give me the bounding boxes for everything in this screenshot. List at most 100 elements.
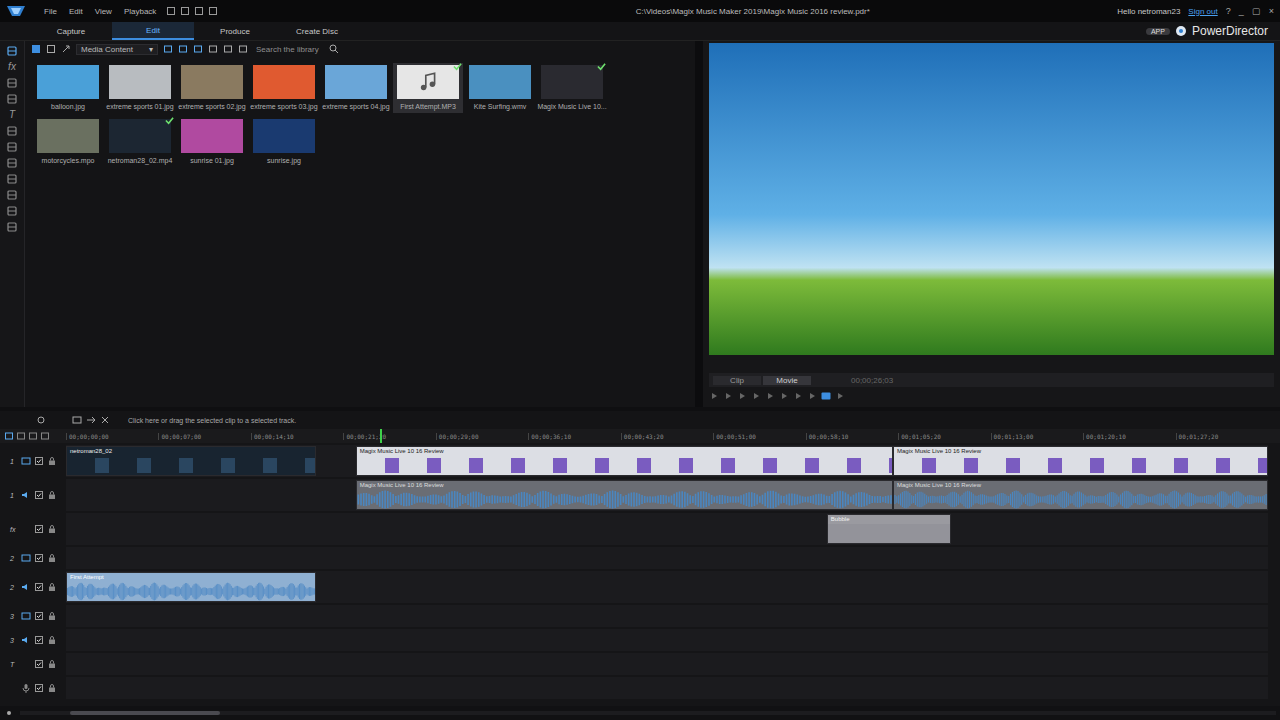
track-enable-checkbox[interactable]	[34, 456, 44, 466]
scroll-track[interactable]	[20, 711, 1276, 715]
audio-clip[interactable]: Magix Music Live 10 16 Review	[356, 480, 893, 510]
app-badge[interactable]: APP	[1146, 28, 1170, 35]
close-button[interactable]: ×	[1269, 6, 1274, 16]
video-clip[interactable]: Magix Music Live 10 16 Review	[356, 446, 893, 476]
playback-control-icon[interactable]	[765, 391, 775, 401]
view-option-icon[interactable]	[193, 44, 203, 54]
plugin-icon[interactable]	[61, 44, 71, 54]
search-icon[interactable]	[329, 44, 339, 54]
library-menu-icon[interactable]	[31, 44, 41, 54]
media-item[interactable]: extreme sports 03.jpg	[249, 63, 319, 113]
mode-tab[interactable]: Create Disc	[276, 22, 358, 40]
playback-control-icon[interactable]	[751, 391, 761, 401]
room-icon[interactable]	[6, 173, 18, 185]
track-lane[interactable]	[66, 547, 1268, 569]
track-lane[interactable]: Bubble	[66, 513, 1268, 545]
effect-clip[interactable]: Bubble	[827, 514, 951, 544]
track-option-icon[interactable]	[28, 431, 38, 441]
sign-out-link[interactable]: Sign out	[1188, 7, 1217, 16]
media-item[interactable]: extreme sports 04.jpg	[321, 63, 391, 113]
room-icon[interactable]	[6, 157, 18, 169]
effects-room-button[interactable]: fx	[8, 61, 16, 73]
minimize-button[interactable]: _	[1239, 6, 1244, 16]
menu-item[interactable]: Playback	[124, 7, 156, 16]
media-item[interactable]: Magix Music Live 10...	[537, 63, 607, 113]
media-item[interactable]: First Attempt.MP3	[393, 63, 463, 113]
view-option-icon[interactable]	[178, 44, 188, 54]
track-enable-checkbox[interactable]	[34, 490, 44, 500]
toolbar-icon[interactable]	[208, 6, 218, 16]
track-lane[interactable]	[66, 629, 1268, 651]
track-lane[interactable]	[66, 653, 1268, 675]
media-item[interactable]: balloon.jpg	[33, 63, 103, 113]
room-icon[interactable]	[6, 141, 18, 153]
toolbar-icon[interactable]	[166, 6, 176, 16]
media-item[interactable]: sunrise.jpg	[249, 117, 319, 167]
split-icon[interactable]	[100, 415, 110, 425]
view-option-icon[interactable]	[238, 44, 248, 54]
mode-tab[interactable]: Produce	[194, 22, 276, 40]
library-search[interactable]: Search the library	[253, 44, 342, 54]
panel-splitter[interactable]	[695, 41, 703, 407]
lock-icon[interactable]	[47, 635, 57, 645]
room-icon[interactable]	[6, 45, 18, 57]
lock-icon[interactable]	[47, 490, 57, 500]
mode-tab[interactable]: Edit	[112, 22, 194, 40]
track-lane[interactable]: First Attempt	[66, 571, 1268, 603]
track-enable-checkbox[interactable]	[34, 659, 44, 669]
menu-item[interactable]: Edit	[69, 7, 83, 16]
playback-control-icon[interactable]	[779, 391, 789, 401]
view-option-icon[interactable]	[223, 44, 233, 54]
lock-icon[interactable]	[47, 659, 57, 669]
timeline-hint[interactable]: Click here or drag the selected clip to …	[128, 417, 296, 424]
video-clip[interactable]: Magix Music Live 10 16 Review	[893, 446, 1268, 476]
track-option-icon[interactable]	[4, 431, 14, 441]
lock-icon[interactable]	[47, 683, 57, 693]
audio-clip[interactable]: First Attempt	[66, 572, 316, 602]
room-icon[interactable]	[6, 205, 18, 217]
timeline-settings-icon[interactable]	[36, 415, 46, 425]
room-icon[interactable]	[6, 77, 18, 89]
track-enable-checkbox[interactable]	[34, 553, 44, 563]
menu-item[interactable]: File	[44, 7, 57, 16]
room-icon[interactable]	[6, 93, 18, 105]
ripple-icon[interactable]	[86, 415, 96, 425]
track-enable-checkbox[interactable]	[34, 683, 44, 693]
playback-control-icon[interactable]	[723, 391, 733, 401]
playback-control-icon[interactable]	[737, 391, 747, 401]
toolbar-icon[interactable]	[194, 6, 204, 16]
room-icon[interactable]	[6, 221, 18, 233]
scroll-thumb[interactable]	[70, 711, 220, 715]
view-option-icon[interactable]	[208, 44, 218, 54]
help-button[interactable]: ?	[1226, 6, 1231, 16]
track-option-icon[interactable]	[16, 431, 26, 441]
media-item[interactable]: extreme sports 01.jpg	[105, 63, 175, 113]
track-enable-checkbox[interactable]	[34, 524, 44, 534]
lock-icon[interactable]	[47, 611, 57, 621]
track-lane[interactable]	[66, 677, 1268, 699]
playback-control-icon[interactable]	[709, 391, 719, 401]
storyboard-icon[interactable]	[72, 415, 82, 425]
zoom-out-icon[interactable]	[4, 708, 14, 718]
media-item[interactable]: Kite Surfing.wmv	[465, 63, 535, 113]
playback-control-icon[interactable]	[821, 391, 831, 401]
track-lane[interactable]	[66, 605, 1268, 627]
room-icon[interactable]	[6, 125, 18, 137]
track-enable-checkbox[interactable]	[34, 635, 44, 645]
maximize-button[interactable]: ▢	[1252, 6, 1261, 16]
media-filter-dropdown[interactable]: Media Content ▾	[76, 44, 158, 55]
track-enable-checkbox[interactable]	[34, 611, 44, 621]
video-clip[interactable]: netroman28_02	[66, 446, 316, 476]
toolbar-icon[interactable]	[180, 6, 190, 16]
audio-clip[interactable]: Magix Music Live 10 16 Review	[893, 480, 1268, 510]
mode-tab[interactable]: Capture	[30, 22, 112, 40]
media-item[interactable]: sunrise 01.jpg	[177, 117, 247, 167]
media-item[interactable]: motorcycles.mpo	[33, 117, 103, 167]
media-item[interactable]: netroman28_02.mp4	[105, 117, 175, 167]
lock-icon[interactable]	[47, 524, 57, 534]
lock-icon[interactable]	[47, 553, 57, 563]
playhead[interactable]	[380, 429, 382, 443]
track-lane[interactable]: netroman28_02 Magix Music Live 10 16 Rev…	[66, 445, 1268, 477]
playback-control-icon[interactable]	[835, 391, 845, 401]
lock-icon[interactable]	[47, 456, 57, 466]
